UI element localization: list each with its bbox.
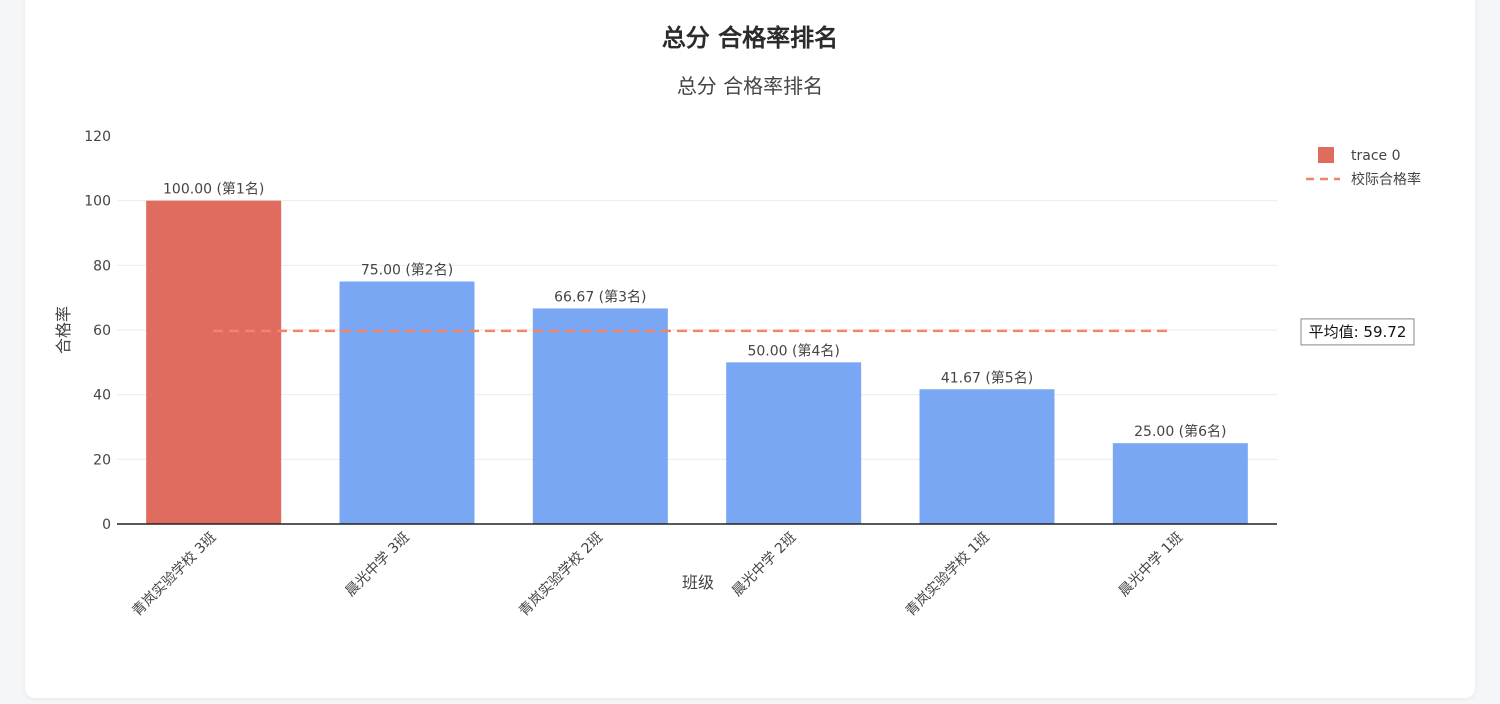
y-tick-label: 60 [93, 323, 111, 339]
bar[interactable] [339, 281, 475, 525]
bar[interactable] [726, 362, 862, 524]
y-tick-label: 40 [93, 388, 111, 404]
x-tick-label: 晨光中学 3班 [343, 530, 413, 600]
y-tick-label: 80 [93, 258, 111, 274]
chart-title: 总分 合格率排名 [677, 74, 823, 98]
legend[interactable]: trace 0 校际合格率 [1306, 147, 1421, 188]
bar-data-label: 50.00 (第4名) [747, 342, 839, 359]
bars: 100.00 (第1名) 75.00 (第2名) 66.67 (第3名) 50.00 … [146, 181, 1248, 524]
bar[interactable] [919, 389, 1055, 524]
y-tick-label: 100 [84, 194, 111, 210]
bar-data-label: 25.00 (第6名) [1134, 423, 1226, 440]
x-tick-label: 青岚实验学校 2班 [515, 529, 606, 620]
x-tick-label: 青岚实验学校 1班 [902, 529, 993, 620]
bar-data-label: 75.00 (第2名) [361, 262, 453, 279]
reference-annotation-label: 平均值: 59.72 [1309, 323, 1407, 341]
x-tick-label: 青岚实验学校 3班 [129, 529, 220, 620]
x-tick-label: 晨光中学 2班 [729, 530, 799, 600]
bar-data-label: 100.00 (第1名) [163, 181, 264, 198]
legend-label-reference-line: 校际合格率 [1351, 171, 1421, 188]
x-tick-label: 晨光中学 1班 [1116, 530, 1186, 600]
bar-data-label: 41.67 (第5名) [941, 369, 1033, 386]
x-axis-label: 班级 [682, 573, 714, 592]
bar-data-label: 66.67 (第3名) [554, 288, 646, 305]
y-tick-label: 0 [102, 517, 111, 533]
legend-label-trace-0: trace 0 [1351, 148, 1401, 164]
y-tick-label: 120 [84, 129, 111, 145]
bar-chart: 总分 合格率排名 合格率 班级 100.00 (第1名) 75.00 (第2名) 6… [54, 74, 1421, 620]
y-tick-label: 20 [93, 452, 111, 468]
legend-swatch-trace-0 [1318, 147, 1334, 163]
y-axis-label: 合格率 [54, 306, 73, 354]
bar[interactable] [532, 308, 668, 524]
bar[interactable] [146, 200, 282, 524]
bar[interactable] [1112, 443, 1248, 524]
